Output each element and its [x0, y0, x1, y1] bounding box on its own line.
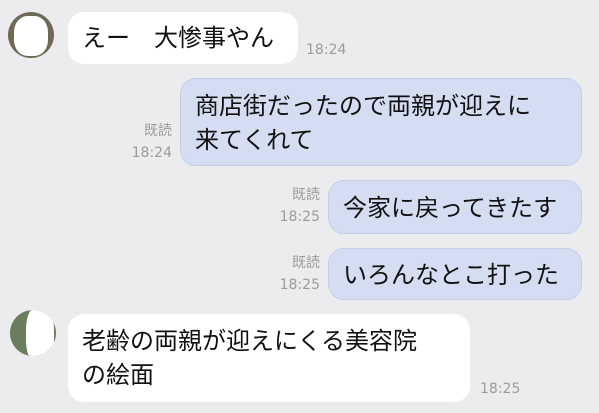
- message-time: 18:25: [279, 277, 320, 293]
- avatar-redaction: [14, 16, 48, 56]
- message-text: 今家に戻ってきたす: [343, 194, 558, 222]
- message-text: 来てくれて: [195, 126, 314, 154]
- message-bubble-outgoing[interactable]: 商店街だったので両親が迎えに 来てくれて: [180, 78, 582, 166]
- message-bubble-outgoing[interactable]: いろんなとこ打った: [328, 248, 582, 300]
- message-text: 商店街だったので両親が迎えに: [195, 92, 531, 120]
- contact-avatar[interactable]: [10, 310, 56, 356]
- message-meta: 既読 18:25: [272, 254, 320, 294]
- contact-avatar[interactable]: [8, 12, 54, 58]
- read-receipt: 既読: [292, 255, 320, 271]
- read-receipt: 既読: [144, 123, 172, 139]
- message-time: 18:25: [480, 381, 521, 397]
- avatar-redaction: [26, 310, 54, 356]
- message-meta: 既読 18:24: [124, 122, 172, 162]
- message-text: 老齢の両親が迎えにくる美容院: [82, 327, 418, 355]
- message-text: えー 大惨事やん: [82, 24, 274, 52]
- message-time: 18:25: [279, 209, 320, 225]
- message-text: いろんなとこ打った: [343, 261, 559, 289]
- read-receipt: 既読: [292, 187, 320, 203]
- message-meta: 既読 18:25: [272, 186, 320, 226]
- message-time: 18:24: [306, 42, 347, 58]
- message-bubble-incoming[interactable]: えー 大惨事やん: [68, 12, 298, 64]
- message-text: の絵面: [82, 361, 154, 389]
- message-bubble-outgoing[interactable]: 今家に戻ってきたす: [328, 180, 582, 234]
- message-time: 18:24: [131, 145, 172, 161]
- message-bubble-incoming[interactable]: 老齢の両親が迎えにくる美容院 の絵面: [68, 314, 470, 402]
